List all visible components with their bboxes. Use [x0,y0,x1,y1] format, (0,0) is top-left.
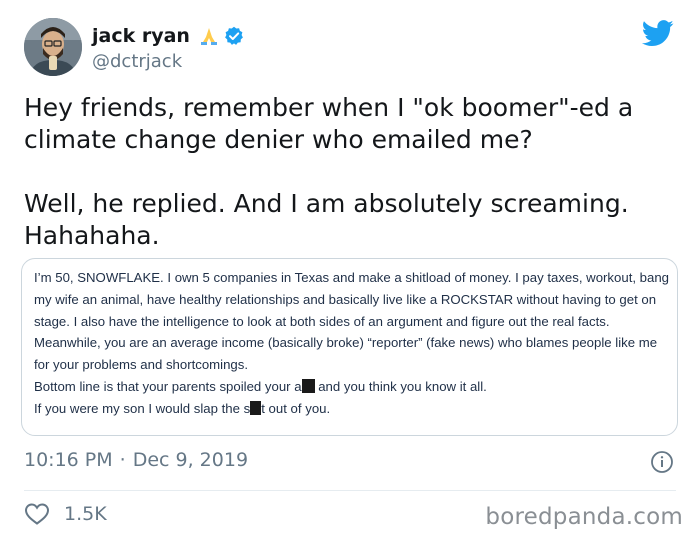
avatar[interactable] [24,18,82,76]
email-text-segment: and you think you know it all. [314,378,487,394]
email-text-segment: Bottom line is that your parents spoiled… [34,378,302,394]
tweet-date: Dec 9, 2019 [132,449,249,471]
tweet-timestamp[interactable]: 10:16 PM · Dec 9, 2019 [24,449,248,471]
email-line: I’m 50, SNOWFLAKE. I own 5 companies in … [34,270,670,285]
tweet-line: climate change denier who emailed me? [24,125,533,154]
folded-hands-emoji-icon [198,25,220,47]
tweet-time: 10:16 PM [24,449,113,471]
email-text-segment: If you were my son I would slap the s [34,400,251,416]
tweet-line: Hahahaha. [24,221,160,250]
tweet-line: Well, he replied. And I am absolutely sc… [24,189,629,218]
tweet-line: Hey friends, remember when I "ok boomer"… [24,93,634,122]
tweet-body: Hey friends, remember when I "ok boomer"… [24,92,674,252]
like-count: 1.5K [64,503,107,525]
timestamp-separator: · [119,449,126,471]
email-line: Bottom line is that your parents spoiled… [34,376,674,398]
verified-badge-icon [224,26,244,46]
like-button[interactable]: 1.5K [24,502,107,526]
redaction-block [301,378,315,393]
twitter-bird-icon[interactable] [641,20,674,47]
email-line: Meanwhile, you are an average income (ba… [34,335,658,351]
info-icon[interactable] [650,450,674,474]
email-line: stage. I also have the intelligence to l… [34,313,610,329]
tweet-header: jack ryan @dctrjack [24,18,676,80]
email-line: If you were my son I would slap the s t o… [34,398,674,420]
email-text: I’m 50, SNOWFLAKE. I own 5 companies in … [34,267,674,420]
email-line: for your problems and shortcomings. [34,357,249,373]
divider [24,490,676,491]
watermark: boredpanda.com [485,504,683,530]
heart-icon [24,502,50,526]
redaction-block [250,400,262,415]
user-name[interactable]: jack ryan [92,25,190,47]
user-handle[interactable]: @dctrjack [92,51,244,72]
user-info: jack ryan @dctrjack [92,24,244,72]
email-line: my wife an animal, have healthy relation… [34,291,657,307]
email-text-segment: t out of you. [261,400,331,416]
email-screenshot-card[interactable]: I’m 50, SNOWFLAKE. I own 5 companies in … [21,258,678,436]
